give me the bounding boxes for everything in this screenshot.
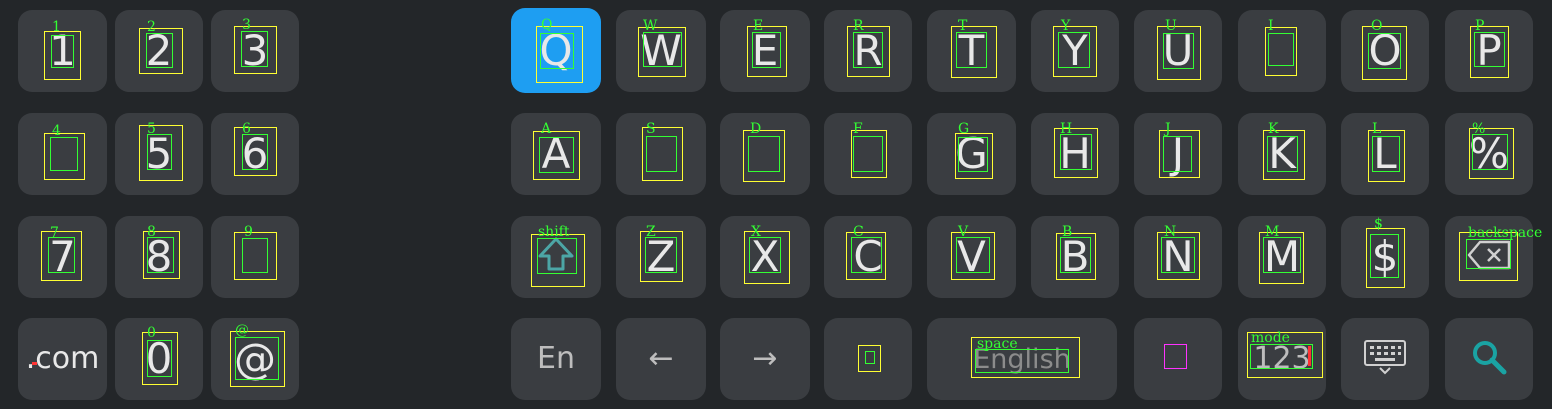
key-at[interactable]: @: [211, 318, 299, 400]
keyboard-hide-icon: [1363, 339, 1407, 379]
key-label: T: [958, 26, 985, 75]
key-mode[interactable]: 123: [1238, 318, 1326, 400]
key-b[interactable]: B: [1031, 216, 1119, 298]
key-label: Q: [539, 25, 573, 75]
key-c[interactable]: C: [824, 216, 912, 298]
key-1[interactable]: 1: [18, 10, 107, 92]
key-label: 2: [145, 26, 173, 75]
key-label: A: [541, 129, 571, 178]
key-i[interactable]: [1238, 10, 1326, 92]
detection-marker: [1308, 346, 1311, 366]
key-label: J: [1171, 129, 1185, 178]
key-label: 6: [241, 129, 269, 178]
key-0[interactable]: 0: [115, 318, 203, 400]
key-backspace[interactable]: [1445, 216, 1533, 298]
key-label: English: [973, 343, 1071, 375]
key-p[interactable]: P: [1445, 10, 1533, 92]
key-label: 123: [1253, 341, 1311, 376]
key-7[interactable]: 7: [18, 216, 107, 298]
key-j[interactable]: J: [1134, 113, 1222, 195]
detection-marker: [32, 362, 37, 365]
key-v[interactable]: V: [927, 216, 1016, 298]
key-u[interactable]: U: [1134, 10, 1222, 92]
key-label: B: [1060, 232, 1090, 281]
key-w[interactable]: W: [616, 10, 706, 92]
key-label: M: [1263, 232, 1301, 281]
key-label: K: [1268, 129, 1296, 178]
key-label: 0: [145, 334, 173, 383]
key-k[interactable]: K: [1238, 113, 1326, 195]
key-label: $: [1371, 232, 1399, 281]
key-n[interactable]: N: [1134, 216, 1222, 298]
key-label: E: [751, 26, 779, 75]
key-s[interactable]: [616, 113, 706, 195]
key-percent[interactable]: %: [1445, 113, 1533, 195]
key-label: H: [1059, 129, 1091, 178]
key-dotcom[interactable]: .com: [18, 318, 107, 400]
key-label: %: [1469, 129, 1509, 178]
key-space[interactable]: English: [927, 318, 1117, 400]
key-e[interactable]: E: [720, 10, 810, 92]
key-label: 5: [145, 129, 173, 178]
key-label: 7: [49, 232, 76, 281]
key-4[interactable]: [18, 113, 107, 195]
key-2[interactable]: 2: [115, 10, 203, 92]
key-8[interactable]: 8: [115, 216, 203, 298]
key-6[interactable]: 6: [211, 113, 299, 195]
key-t[interactable]: T: [927, 10, 1016, 92]
key-z[interactable]: Z: [616, 216, 706, 298]
key-h[interactable]: H: [1031, 113, 1119, 195]
left-arrow-icon: ←: [648, 341, 674, 376]
key-a[interactable]: A: [511, 113, 601, 195]
key-label: Z: [646, 232, 676, 281]
key-d[interactable]: [720, 113, 810, 195]
key-comma[interactable]: [824, 318, 912, 400]
key-label: .com: [25, 341, 100, 376]
key-label: 3: [241, 26, 269, 75]
key-dollar[interactable]: $: [1341, 216, 1429, 298]
key-9[interactable]: [211, 216, 299, 298]
search-icon: [1469, 337, 1509, 381]
key-label: 8: [145, 232, 173, 281]
key-label: P: [1476, 26, 1502, 75]
key-label: R: [853, 26, 883, 75]
key-hide-keyboard[interactable]: [1341, 318, 1429, 400]
key-label: V: [957, 232, 986, 281]
key-label: 1: [49, 26, 76, 75]
key-x[interactable]: X: [720, 216, 810, 298]
key-r[interactable]: R: [824, 10, 912, 92]
key-label: Y: [1062, 26, 1088, 75]
key-label: C: [853, 232, 883, 281]
key-l[interactable]: L: [1341, 113, 1429, 195]
key-right-arrow[interactable]: →: [720, 318, 810, 400]
key-f[interactable]: [824, 113, 912, 195]
key-3[interactable]: 3: [211, 10, 299, 92]
key-5[interactable]: 5: [115, 113, 203, 195]
key-left-arrow[interactable]: ←: [616, 318, 706, 400]
key-y[interactable]: Y: [1031, 10, 1119, 92]
right-arrow-icon: →: [752, 341, 778, 376]
backspace-icon: [1466, 239, 1512, 275]
key-language[interactable]: En: [511, 318, 601, 400]
key-shift[interactable]: [511, 216, 601, 298]
key-label: En: [537, 341, 575, 376]
key-label: O: [1368, 26, 1402, 75]
key-label: W: [640, 26, 682, 75]
key-m[interactable]: M: [1238, 216, 1326, 298]
shift-icon: [536, 235, 576, 279]
key-q[interactable]: Q: [511, 8, 601, 93]
key-o[interactable]: O: [1341, 10, 1429, 92]
key-label: G: [955, 129, 988, 178]
key-label: L: [1373, 129, 1397, 178]
key-label: @: [234, 334, 276, 383]
key-label: U: [1162, 26, 1194, 75]
key-label: X: [750, 232, 780, 281]
key-label: N: [1162, 232, 1194, 281]
key-g[interactable]: G: [927, 113, 1016, 195]
detection-box-magenta: [1164, 344, 1187, 369]
key-search[interactable]: [1445, 318, 1533, 400]
